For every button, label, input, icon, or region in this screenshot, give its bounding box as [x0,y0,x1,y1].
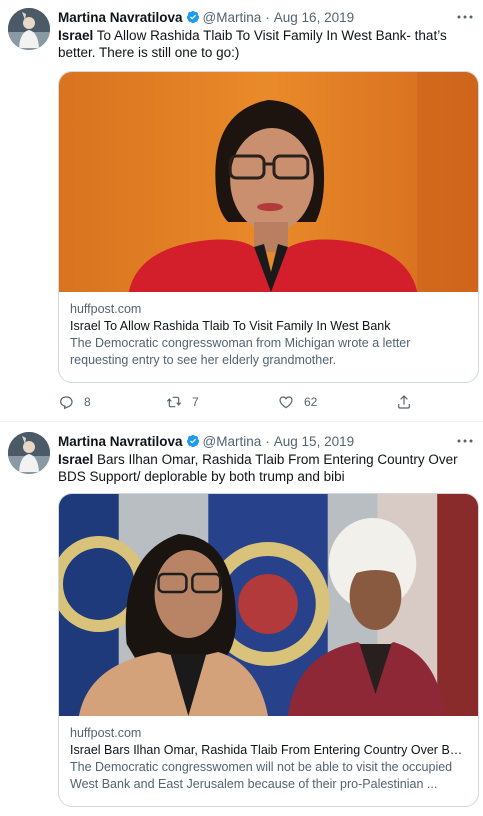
tweet-date[interactable]: Aug 16, 2019 [274,10,354,25]
card-body: huffpost.com Israel To Allow Rashida Tla… [59,292,478,369]
more-options-icon[interactable] [457,433,473,445]
tweet-text: Israel To Allow Rashida Tlaib To Visit F… [58,27,473,61]
like-icon [279,396,293,409]
card-body: huffpost.com Israel Bars Ilhan Omar, Ras… [59,716,478,793]
card-title: Israel Bars Ilhan Omar, Rashida Tlaib Fr… [70,743,467,757]
link-card[interactable]: huffpost.com Israel To Allow Rashida Tla… [58,71,479,383]
retweet-icon [166,396,182,408]
separator: · [265,9,270,25]
author-name[interactable]: Martina Navratilova [58,10,183,25]
retweet-count: 7 [192,395,199,409]
tweet-actions: 8 7 62 [58,391,458,413]
verified-badge-icon [186,434,199,448]
tweet[interactable]: Martina Navratilova @Martina · Aug 15, 2… [0,422,483,816]
tweet[interactable]: Martina Navratilova @Martina · Aug 16, 2… [0,0,483,421]
tweet-text-rest: Bars Ilhan Omar, Rashida Tlaib From Ente… [58,452,458,484]
tweet-header: Martina Navratilova @Martina · Aug 15, 2… [58,432,354,450]
author-handle[interactable]: @Martina [203,10,262,25]
link-card[interactable]: huffpost.com Israel Bars Ilhan Omar, Ras… [58,493,479,807]
like-count: 62 [304,395,318,409]
avatar[interactable] [8,8,50,50]
reply-count: 8 [84,395,91,409]
card-description: The Democratic congresswoman from Michig… [70,336,411,367]
author-name[interactable]: Martina Navratilova [58,434,183,449]
tweet-text-bold[interactable]: Israel [58,452,93,467]
reply-button[interactable]: 8 [58,391,91,413]
avatar[interactable] [8,432,50,474]
separator: · [265,433,270,449]
share-icon [398,395,410,409]
card-image [59,72,478,292]
verified-badge-icon [186,10,199,24]
card-title: Israel To Allow Rashida Tlaib To Visit F… [70,319,391,333]
author-handle[interactable]: @Martina [203,434,262,449]
tweet-date[interactable]: Aug 15, 2019 [274,434,354,449]
tweet-text-rest: To Allow Rashida Tlaib To Visit Family I… [58,28,447,60]
card-image [59,494,478,716]
tweet-text: Israel Bars Ilhan Omar, Rashida Tlaib Fr… [58,451,473,485]
reply-icon [60,396,73,410]
card-domain: huffpost.com [70,302,142,316]
tweet-text-bold[interactable]: Israel [58,28,93,43]
tweet-header: Martina Navratilova @Martina · Aug 16, 2… [58,8,354,26]
retweet-button[interactable]: 7 [166,391,199,413]
share-button[interactable] [396,391,422,413]
card-domain: huffpost.com [70,726,142,740]
like-button[interactable]: 62 [278,391,317,413]
card-description: The Democratic congresswomen will not be… [70,760,453,791]
more-options-icon[interactable] [457,9,473,21]
